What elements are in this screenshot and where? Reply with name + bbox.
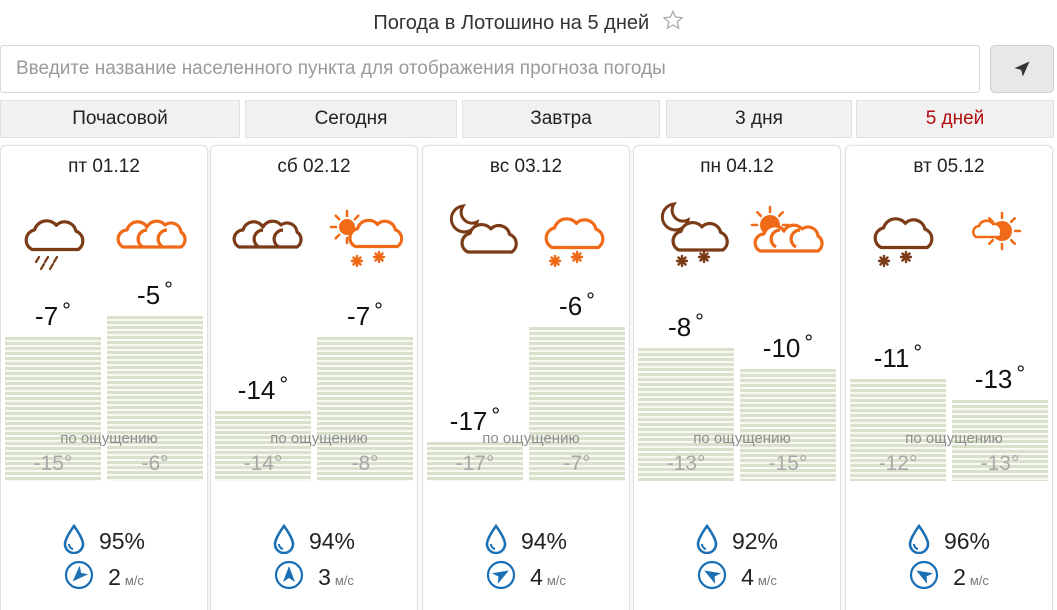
- tab-2[interactable]: Сегодня: [245, 100, 457, 138]
- wind-direction-icon: [274, 560, 304, 595]
- sun-small-cloud-icon: [958, 201, 1038, 271]
- humidity-value: 94%: [308, 528, 356, 554]
- page-title: Погода в Лотошино на 5 дней: [373, 12, 650, 34]
- wind-speed: 2 м/с: [953, 564, 989, 590]
- cloud-snow-icon: [864, 201, 944, 271]
- day-date: сб 02.12: [277, 156, 351, 177]
- wind-row: 3 м/с: [211, 560, 417, 595]
- wind-row: 4 м/с: [634, 560, 840, 595]
- sun-cloud-snow-icon: [323, 201, 404, 271]
- humidity-value: 96%: [943, 528, 991, 554]
- wind-speed: 2 м/с: [108, 564, 144, 590]
- day-feels-like: -15°: [768, 452, 808, 475]
- wind-speed: 3 м/с: [318, 564, 354, 590]
- humidity-row: 94%: [211, 523, 417, 559]
- humidity-value: 92%: [731, 528, 779, 554]
- day-date: вс 03.12: [489, 156, 563, 177]
- day-date: пт 01.12: [68, 156, 140, 177]
- day-feels-like: -6°: [141, 452, 169, 475]
- feels-like-label: по ощущению: [482, 430, 580, 447]
- humidity-drop-icon: [485, 523, 507, 559]
- search-box: [0, 45, 980, 93]
- humidity-row: 92%: [634, 523, 840, 559]
- tab-3[interactable]: Завтра: [462, 100, 660, 138]
- day-temp: -7 °: [347, 298, 383, 331]
- moon-cloud-icon: [441, 201, 521, 271]
- star-icon[interactable]: [662, 9, 684, 36]
- locate-button[interactable]: [990, 45, 1054, 93]
- night-temp: -8 °: [668, 308, 704, 342]
- humidity-row: 94%: [423, 523, 629, 559]
- cloud-rain-icon: [19, 201, 99, 271]
- feels-like-label: по ощущению: [270, 430, 368, 447]
- moon-cloud-snow-icon: [652, 201, 732, 271]
- tab-5[interactable]: 5 дней: [856, 100, 1054, 138]
- location-arrow-icon: [1014, 61, 1030, 77]
- cloud-snow-icon: [535, 201, 615, 271]
- night-feels-like: -17°: [455, 452, 495, 475]
- tab-4[interactable]: 3 дня: [666, 100, 852, 138]
- wind-direction-icon: [486, 560, 516, 595]
- humidity-drop-icon: [908, 523, 930, 559]
- tab-1[interactable]: Почасовой: [0, 100, 240, 138]
- day-feels-like: -8°: [351, 452, 379, 475]
- day-temp: -10 °: [762, 329, 814, 363]
- humidity-drop-icon: [273, 523, 295, 559]
- night-feels-like: -15°: [33, 452, 73, 475]
- wind-row: 2 м/с: [846, 560, 1052, 595]
- day-date: вт 05.12: [913, 156, 985, 177]
- night-feels-like: -12°: [878, 452, 918, 475]
- humidity-drop-icon: [696, 523, 718, 559]
- night-temp: -14 °: [237, 371, 289, 405]
- day-card: сб 02.12 -14 ° -7 ° по ощущению -14° -8° 94% 3…: [210, 145, 418, 610]
- humidity-row: 96%: [846, 523, 1052, 559]
- wind-speed: 4 м/с: [530, 564, 566, 590]
- humidity-value: 94%: [520, 528, 568, 554]
- wind-direction-icon: [909, 560, 939, 595]
- sun-cloud-icon: [746, 201, 826, 271]
- night-temp: -11 °: [873, 340, 923, 373]
- feels-like-label: по ощущению: [693, 430, 791, 447]
- humidity-drop-icon: [63, 523, 85, 559]
- day-temp: -13 °: [974, 361, 1026, 394]
- day-temp: -5 °: [137, 277, 173, 310]
- cloud-icon: [113, 201, 193, 271]
- day-date: пн 04.12: [700, 156, 774, 177]
- wind-direction-icon: [64, 560, 94, 595]
- humidity-row: 95%: [1, 523, 207, 559]
- day-card: вт 05.12 -11 ° -13 ° по ощущению -12° -13° 96% …: [845, 145, 1053, 610]
- day-card: пт 01.12 -7 ° -5 ° по ощущению -15° -6° 95% 2м…: [0, 145, 208, 610]
- wind-row: 2 м/с: [1, 560, 207, 595]
- wind-row: 4 м/с: [423, 560, 629, 595]
- day-temp: -6 °: [559, 287, 595, 321]
- day-card: пн 04.12 -8 ° -10 ° по ощущению -13° -15° 92% …: [633, 145, 841, 610]
- night-feels-like: -13°: [666, 452, 706, 475]
- title-row: Погода в Лотошино на 5 дней: [0, 8, 1057, 40]
- day-card: вс 03.12 -17 ° -6 ° по ощущению -17° -7° 94% 4м…: [422, 145, 630, 610]
- period-tabs: Почасовой Сегодня Завтра 3 дня 5 дней: [0, 100, 1057, 138]
- night-temp: -7 °: [35, 298, 71, 331]
- cloud-icon: [229, 201, 309, 271]
- night-feels-like: -14°: [243, 452, 283, 475]
- feels-like-label: по ощущению: [60, 430, 158, 447]
- wind-direction-icon: [697, 560, 727, 595]
- humidity-value: 95%: [98, 528, 146, 554]
- feels-like-label: по ощущению: [905, 430, 1003, 447]
- day-feels-like: -7°: [563, 452, 591, 475]
- wind-speed: 4 м/с: [741, 564, 777, 590]
- day-feels-like: -13°: [980, 452, 1020, 475]
- search-input[interactable]: [1, 46, 979, 92]
